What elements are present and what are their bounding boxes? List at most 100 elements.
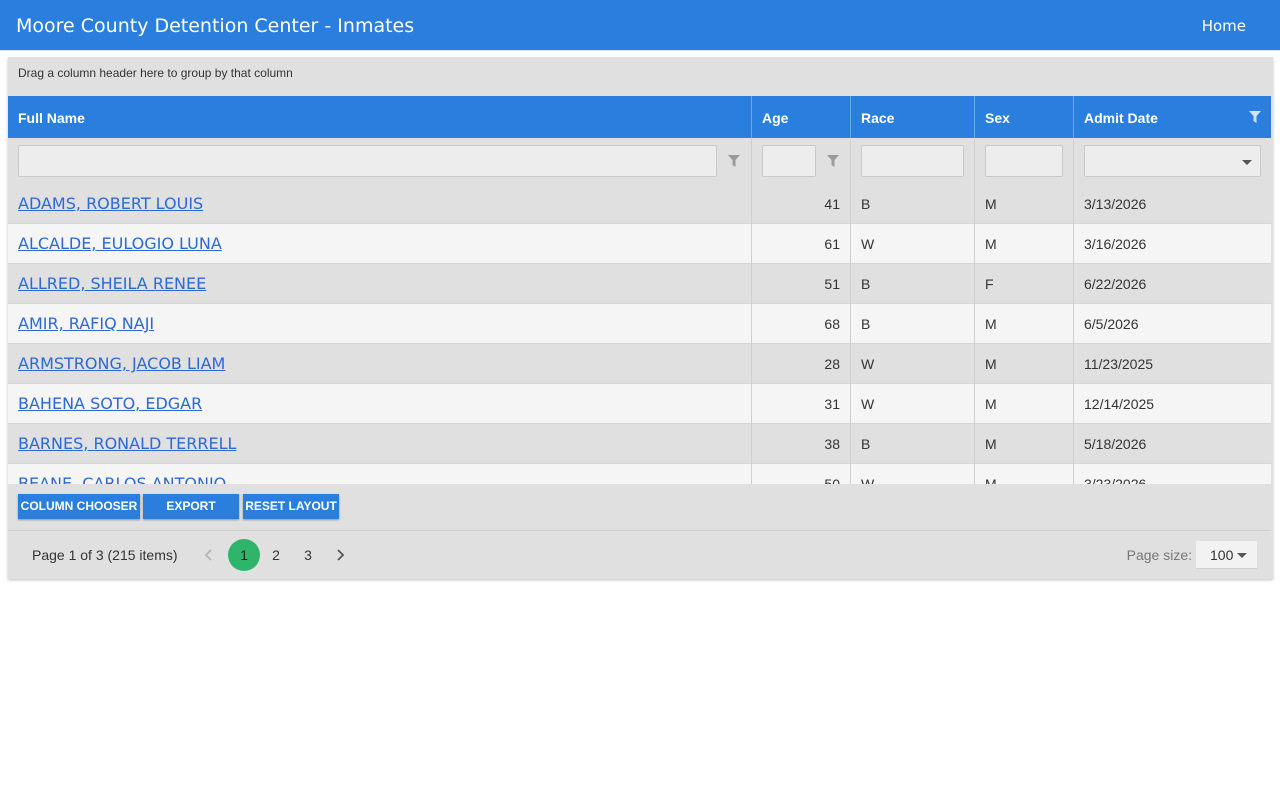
inmate-name-link[interactable]: BARNES, RONALD TERRELL [18, 434, 236, 453]
grid-body[interactable]: ADAMS, ROBERT LOUIS 41 B M 3/13/2026 ALC… [8, 184, 1271, 484]
cell-sex: M [975, 464, 1074, 484]
cell-race: W [851, 224, 975, 264]
cell-full-name: AMIR, RAFIQ NAJI [8, 304, 752, 344]
table-row: AMIR, RAFIQ NAJI 68 B M 6/5/2026 [8, 304, 1271, 344]
inmate-name-link[interactable]: AMIR, RAFIQ NAJI [18, 314, 154, 333]
cell-age: 41 [752, 184, 851, 224]
cell-race: B [851, 264, 975, 304]
cell-admit-date: 3/23/2026 [1084, 476, 1147, 484]
group-panel[interactable]: Drag a column header here to group by th… [8, 57, 1273, 95]
header-filter-icon[interactable] [1249, 111, 1261, 123]
cell-full-name: ARMSTRONG, JACOB LIAM [8, 344, 752, 384]
cell-age: 68 [752, 304, 851, 344]
column-header-sex[interactable]: Sex [975, 96, 1074, 138]
column-header-row: Full Name Age Race Sex Admit Date [8, 96, 1271, 138]
filter-cell-full-name [8, 138, 752, 184]
table-row: ADAMS, ROBERT LOUIS 41 B M 3/13/2026 [8, 184, 1271, 224]
export-button[interactable]: EXPORT [143, 494, 239, 519]
table-row: BARNES, RONALD TERRELL 38 B M 5/18/2026 [8, 424, 1271, 464]
cell-admit-date: 3/13/2026 [1084, 196, 1147, 212]
race-filter-input[interactable] [861, 145, 964, 177]
cell-age: 31 [752, 384, 851, 424]
cell-admit-date: 6/5/2026 [1084, 316, 1139, 332]
inmate-name-link[interactable]: BEANE, CARLOS ANTONIO [18, 474, 226, 484]
cell-age: 50 [752, 464, 851, 484]
filter-cell-sex [975, 138, 1074, 184]
pager: Page 1 of 3 (215 items) 1 2 3 Page size:… [8, 530, 1271, 579]
top-navbar: Moore County Detention Center - Inmates … [0, 0, 1280, 51]
table-row: BEANE, CARLOS ANTONIO 50 W M 3/23/2026 [8, 464, 1271, 484]
table-row: ARMSTRONG, JACOB LIAM 28 W M 11/23/2025 [8, 344, 1271, 384]
page-size-value: 100 [1210, 547, 1234, 563]
group-panel-hint: Drag a column header here to group by th… [18, 66, 293, 80]
cell-admit-date: 5/18/2026 [1084, 436, 1147, 452]
page-button-3[interactable]: 3 [292, 539, 324, 571]
cell-full-name: ALLRED, SHEILA RENEE [8, 264, 752, 304]
chevron-right-icon[interactable] [333, 548, 347, 562]
filter-cell-race [851, 138, 975, 184]
age-filter-input[interactable] [762, 145, 816, 177]
admit-date-filter-select[interactable] [1084, 145, 1261, 177]
cell-sex: M [975, 184, 1074, 224]
filter-row [8, 138, 1271, 185]
cell-age: 28 [752, 344, 851, 384]
cell-sex: M [975, 424, 1074, 464]
column-header-admit-date-label: Admit Date [1084, 110, 1158, 126]
column-header-age[interactable]: Age [752, 96, 851, 138]
chevron-left-icon[interactable] [202, 548, 216, 562]
cell-race: B [851, 304, 975, 344]
column-header-race[interactable]: Race [851, 96, 975, 138]
inmate-name-link[interactable]: BAHENA SOTO, EDGAR [18, 394, 202, 413]
filter-icon[interactable] [728, 155, 740, 167]
column-header-full-name[interactable]: Full Name [8, 96, 752, 138]
inmate-name-link[interactable]: ADAMS, ROBERT LOUIS [18, 194, 203, 213]
filter-cell-age [752, 138, 851, 184]
filter-cell-admit-date [1074, 138, 1271, 184]
inmate-name-link[interactable]: ALCALDE, EULOGIO LUNA [18, 234, 222, 253]
table-row: ALCALDE, EULOGIO LUNA 61 W M 3/16/2026 [8, 224, 1271, 264]
chevron-down-icon [1237, 553, 1247, 558]
page-title: Moore County Detention Center - Inmates [16, 15, 415, 37]
cell-full-name: ALCALDE, EULOGIO LUNA [8, 224, 752, 264]
page-size-select[interactable]: 100 [1196, 541, 1257, 569]
grid-toolbar: COLUMN CHOOSER EXPORT RESET LAYOUT [8, 485, 1271, 529]
cell-race: W [851, 464, 975, 484]
page-button-1[interactable]: 1 [228, 539, 260, 571]
cell-race: B [851, 424, 975, 464]
cell-full-name: BAHENA SOTO, EDGAR [8, 384, 752, 424]
inmate-name-link[interactable]: ARMSTRONG, JACOB LIAM [18, 354, 225, 373]
inmates-grid: Drag a column header here to group by th… [8, 57, 1273, 579]
inmate-name-link[interactable]: ALLRED, SHEILA RENEE [18, 274, 206, 293]
chevron-down-icon [1242, 160, 1252, 165]
cell-full-name: ADAMS, ROBERT LOUIS [8, 184, 752, 224]
cell-sex: M [975, 384, 1074, 424]
home-link[interactable]: Home [1202, 0, 1246, 50]
column-header-admit-date[interactable]: Admit Date [1074, 96, 1271, 138]
cell-admit-date: 3/16/2026 [1084, 236, 1147, 252]
cell-age: 61 [752, 224, 851, 264]
cell-full-name: BEANE, CARLOS ANTONIO [8, 464, 752, 484]
reset-layout-button[interactable]: RESET LAYOUT [243, 494, 339, 519]
cell-sex: M [975, 224, 1074, 264]
cell-sex: M [975, 344, 1074, 384]
cell-race: B [851, 184, 975, 224]
cell-full-name: BARNES, RONALD TERRELL [8, 424, 752, 464]
page-button-2[interactable]: 2 [260, 539, 292, 571]
cell-sex: M [975, 304, 1074, 344]
cell-race: W [851, 384, 975, 424]
cell-admit-date: 11/23/2025 [1084, 356, 1154, 372]
page-info: Page 1 of 3 (215 items) [32, 547, 178, 563]
cell-age: 38 [752, 424, 851, 464]
cell-admit-date: 12/14/2025 [1084, 396, 1155, 412]
full-name-filter-input[interactable] [18, 145, 717, 177]
cell-admit-date: 6/22/2026 [1084, 276, 1147, 292]
table-row: BAHENA SOTO, EDGAR 31 W M 12/14/2025 [8, 384, 1271, 424]
table-row: ALLRED, SHEILA RENEE 51 B F 6/22/2026 [8, 264, 1271, 304]
cell-race: W [851, 344, 975, 384]
filter-icon[interactable] [827, 155, 839, 167]
column-chooser-button[interactable]: COLUMN CHOOSER [18, 494, 140, 519]
cell-age: 51 [752, 264, 851, 304]
cell-sex: F [975, 264, 1074, 304]
page-size-label: Page size: [1126, 547, 1192, 563]
sex-filter-input[interactable] [985, 145, 1063, 177]
